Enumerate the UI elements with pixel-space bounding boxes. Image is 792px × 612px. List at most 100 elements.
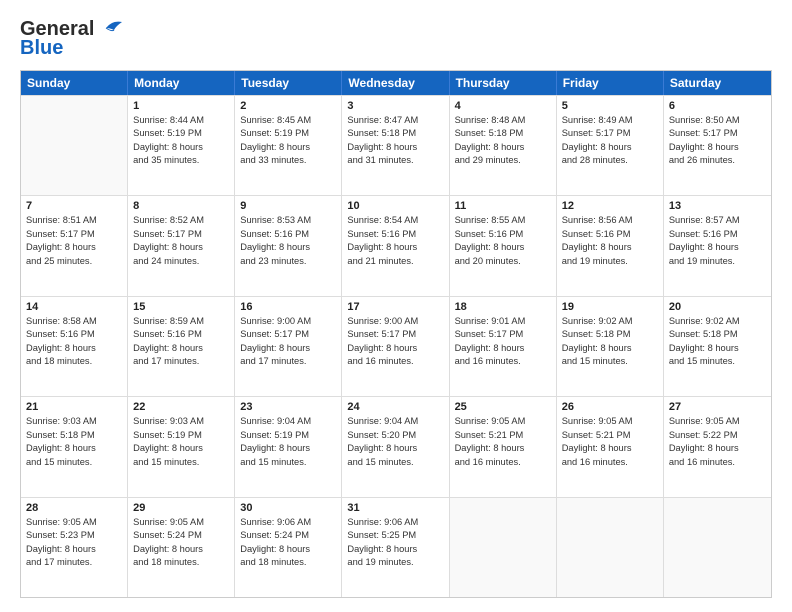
daylight-text-1: Daylight: 8 hours (347, 141, 443, 154)
sunrise-text: Sunrise: 8:44 AM (133, 114, 229, 127)
sunset-text: Sunset: 5:22 PM (669, 429, 766, 442)
sunrise-text: Sunrise: 8:51 AM (26, 214, 122, 227)
day-number: 11 (455, 200, 551, 212)
daylight-text-2: and 17 minutes. (26, 556, 122, 569)
cal-cell-1-5: 4Sunrise: 8:48 AMSunset: 5:18 PMDaylight… (450, 96, 557, 195)
sunset-text: Sunset: 5:16 PM (455, 228, 551, 241)
sunrise-text: Sunrise: 9:06 AM (347, 516, 443, 529)
day-header-tuesday: Tuesday (235, 71, 342, 95)
day-number: 13 (669, 200, 766, 212)
cal-cell-4-7: 27 Sunrise: 9:05 AMSunset: 5:22 PMDayligh… (664, 397, 771, 496)
sunrise-text: Sunrise: 8:49 AM (562, 114, 658, 127)
week-row-2: 7Sunrise: 8:51 AMSunset: 5:17 PMDaylight… (21, 195, 771, 295)
daylight-text-1: Daylight: 8 hours (455, 442, 551, 455)
sunset-text: Sunset: 5:19 PM (240, 429, 336, 442)
sunrise-text: Sunrise: 8:58 AM (26, 315, 122, 328)
calendar-header: SundayMondayTuesdayWednesdayThursdayFrid… (21, 71, 771, 95)
cal-cell-5-4: 31Sunrise: 9:06 AMSunset: 5:25 PMDayligh… (342, 498, 449, 597)
sunrise-text: Sunrise: 9:05 AM (26, 516, 122, 529)
day-number: 27 (669, 401, 766, 413)
cal-cell-2-6: 12Sunrise: 8:56 AMSunset: 5:16 PMDayligh… (557, 196, 664, 295)
day-number: 20 (669, 301, 766, 313)
cal-cell-3-4: 17 Sunrise: 9:00 AMSunset: 5:17 PMDayligh… (342, 297, 449, 396)
cal-cell-5-1: 28Sunrise: 9:05 AMSunset: 5:23 PMDayligh… (21, 498, 128, 597)
daylight-text-1: Daylight: 8 hours (240, 543, 336, 556)
daylight-text-2: and 26 minutes. (669, 154, 766, 167)
day-number: 5 (562, 100, 658, 112)
week-row-1: 1Sunrise: 8:44 AMSunset: 5:19 PMDaylight… (21, 95, 771, 195)
daylight-text-2: and 16 minutes. (455, 355, 551, 368)
sunrise-text: Sunrise: 8:56 AM (562, 214, 658, 227)
sunrise-text: Sunrise: 9:05 AM (133, 516, 229, 529)
sunrise-text: Sunrise: 9:05 AM (669, 415, 766, 428)
daylight-text-1: Daylight: 8 hours (347, 342, 443, 355)
daylight-text-2: and 16 minutes. (455, 456, 551, 469)
day-number: 22 (133, 401, 229, 413)
cal-cell-3-3: 16Sunrise: 9:00 AMSunset: 5:17 PMDayligh… (235, 297, 342, 396)
daylight-text-2: and 15 minutes. (562, 355, 658, 368)
sunrise-text: Sunrise: 9:06 AM (240, 516, 336, 529)
day-number: 15 (133, 301, 229, 313)
daylight-text-1: Daylight: 8 hours (133, 141, 229, 154)
cal-cell-1-2: 1Sunrise: 8:44 AMSunset: 5:19 PMDaylight… (128, 96, 235, 195)
sunset-text: Sunset: 5:16 PM (347, 228, 443, 241)
sunrise-text: Sunrise: 8:55 AM (455, 214, 551, 227)
sunset-text: Sunset: 5:16 PM (26, 328, 122, 341)
cal-cell-3-5: 18Sunrise: 9:01 AMSunset: 5:17 PMDayligh… (450, 297, 557, 396)
daylight-text-1: Daylight: 8 hours (562, 342, 658, 355)
daylight-text-2: and 21 minutes. (347, 255, 443, 268)
daylight-text-2: and 16 minutes. (347, 355, 443, 368)
sunset-text: Sunset: 5:17 PM (455, 328, 551, 341)
sunrise-text: Sunrise: 8:50 AM (669, 114, 766, 127)
daylight-text-1: Daylight: 8 hours (669, 442, 766, 455)
daylight-text-1: Daylight: 8 hours (133, 442, 229, 455)
sunrise-text: Sunrise: 9:00 AM (347, 315, 443, 328)
sunrise-text: Sunrise: 8:59 AM (133, 315, 229, 328)
daylight-text-1: Daylight: 8 hours (26, 342, 122, 355)
sunset-text: Sunset: 5:18 PM (455, 127, 551, 140)
daylight-text-2: and 31 minutes. (347, 154, 443, 167)
sunrise-text: Sunrise: 9:05 AM (562, 415, 658, 428)
sunset-text: Sunset: 5:25 PM (347, 529, 443, 542)
daylight-text-1: Daylight: 8 hours (26, 241, 122, 254)
day-number: 4 (455, 100, 551, 112)
daylight-text-2: and 17 minutes. (240, 355, 336, 368)
cal-cell-2-5: 11Sunrise: 8:55 AMSunset: 5:16 PMDayligh… (450, 196, 557, 295)
daylight-text-2: and 20 minutes. (455, 255, 551, 268)
sunset-text: Sunset: 5:19 PM (240, 127, 336, 140)
sunset-text: Sunset: 5:16 PM (669, 228, 766, 241)
sunset-text: Sunset: 5:17 PM (347, 328, 443, 341)
day-number: 12 (562, 200, 658, 212)
day-number: 29 (133, 502, 229, 514)
week-row-4: 21Sunrise: 9:03 AMSunset: 5:18 PMDayligh… (21, 396, 771, 496)
calendar-body: 1Sunrise: 8:44 AMSunset: 5:19 PMDaylight… (21, 95, 771, 597)
day-number: 25 (455, 401, 551, 413)
sunrise-text: Sunrise: 9:02 AM (562, 315, 658, 328)
logo-bird-icon (96, 20, 122, 40)
header: General Blue (20, 18, 772, 60)
daylight-text-1: Daylight: 8 hours (133, 241, 229, 254)
day-number: 16 (240, 301, 336, 313)
sunset-text: Sunset: 5:17 PM (26, 228, 122, 241)
daylight-text-1: Daylight: 8 hours (240, 141, 336, 154)
sunrise-text: Sunrise: 8:45 AM (240, 114, 336, 127)
daylight-text-1: Daylight: 8 hours (133, 543, 229, 556)
daylight-text-1: Daylight: 8 hours (562, 442, 658, 455)
sunset-text: Sunset: 5:17 PM (562, 127, 658, 140)
cal-cell-3-7: 20Sunrise: 9:02 AMSunset: 5:18 PMDayligh… (664, 297, 771, 396)
sunrise-text: Sunrise: 9:03 AM (133, 415, 229, 428)
logo-blue: Blue (20, 37, 63, 60)
cal-cell-3-6: 19Sunrise: 9:02 AMSunset: 5:18 PMDayligh… (557, 297, 664, 396)
daylight-text-2: and 15 minutes. (26, 456, 122, 469)
cal-cell-1-1 (21, 96, 128, 195)
sunset-text: Sunset: 5:20 PM (347, 429, 443, 442)
day-number: 19 (562, 301, 658, 313)
day-number: 17 (347, 301, 443, 313)
day-number: 18 (455, 301, 551, 313)
sunset-text: Sunset: 5:21 PM (562, 429, 658, 442)
cal-cell-4-4: 24Sunrise: 9:04 AMSunset: 5:20 PMDayligh… (342, 397, 449, 496)
daylight-text-1: Daylight: 8 hours (669, 241, 766, 254)
day-number: 8 (133, 200, 229, 212)
daylight-text-1: Daylight: 8 hours (455, 342, 551, 355)
cal-cell-4-3: 23Sunrise: 9:04 AMSunset: 5:19 PMDayligh… (235, 397, 342, 496)
